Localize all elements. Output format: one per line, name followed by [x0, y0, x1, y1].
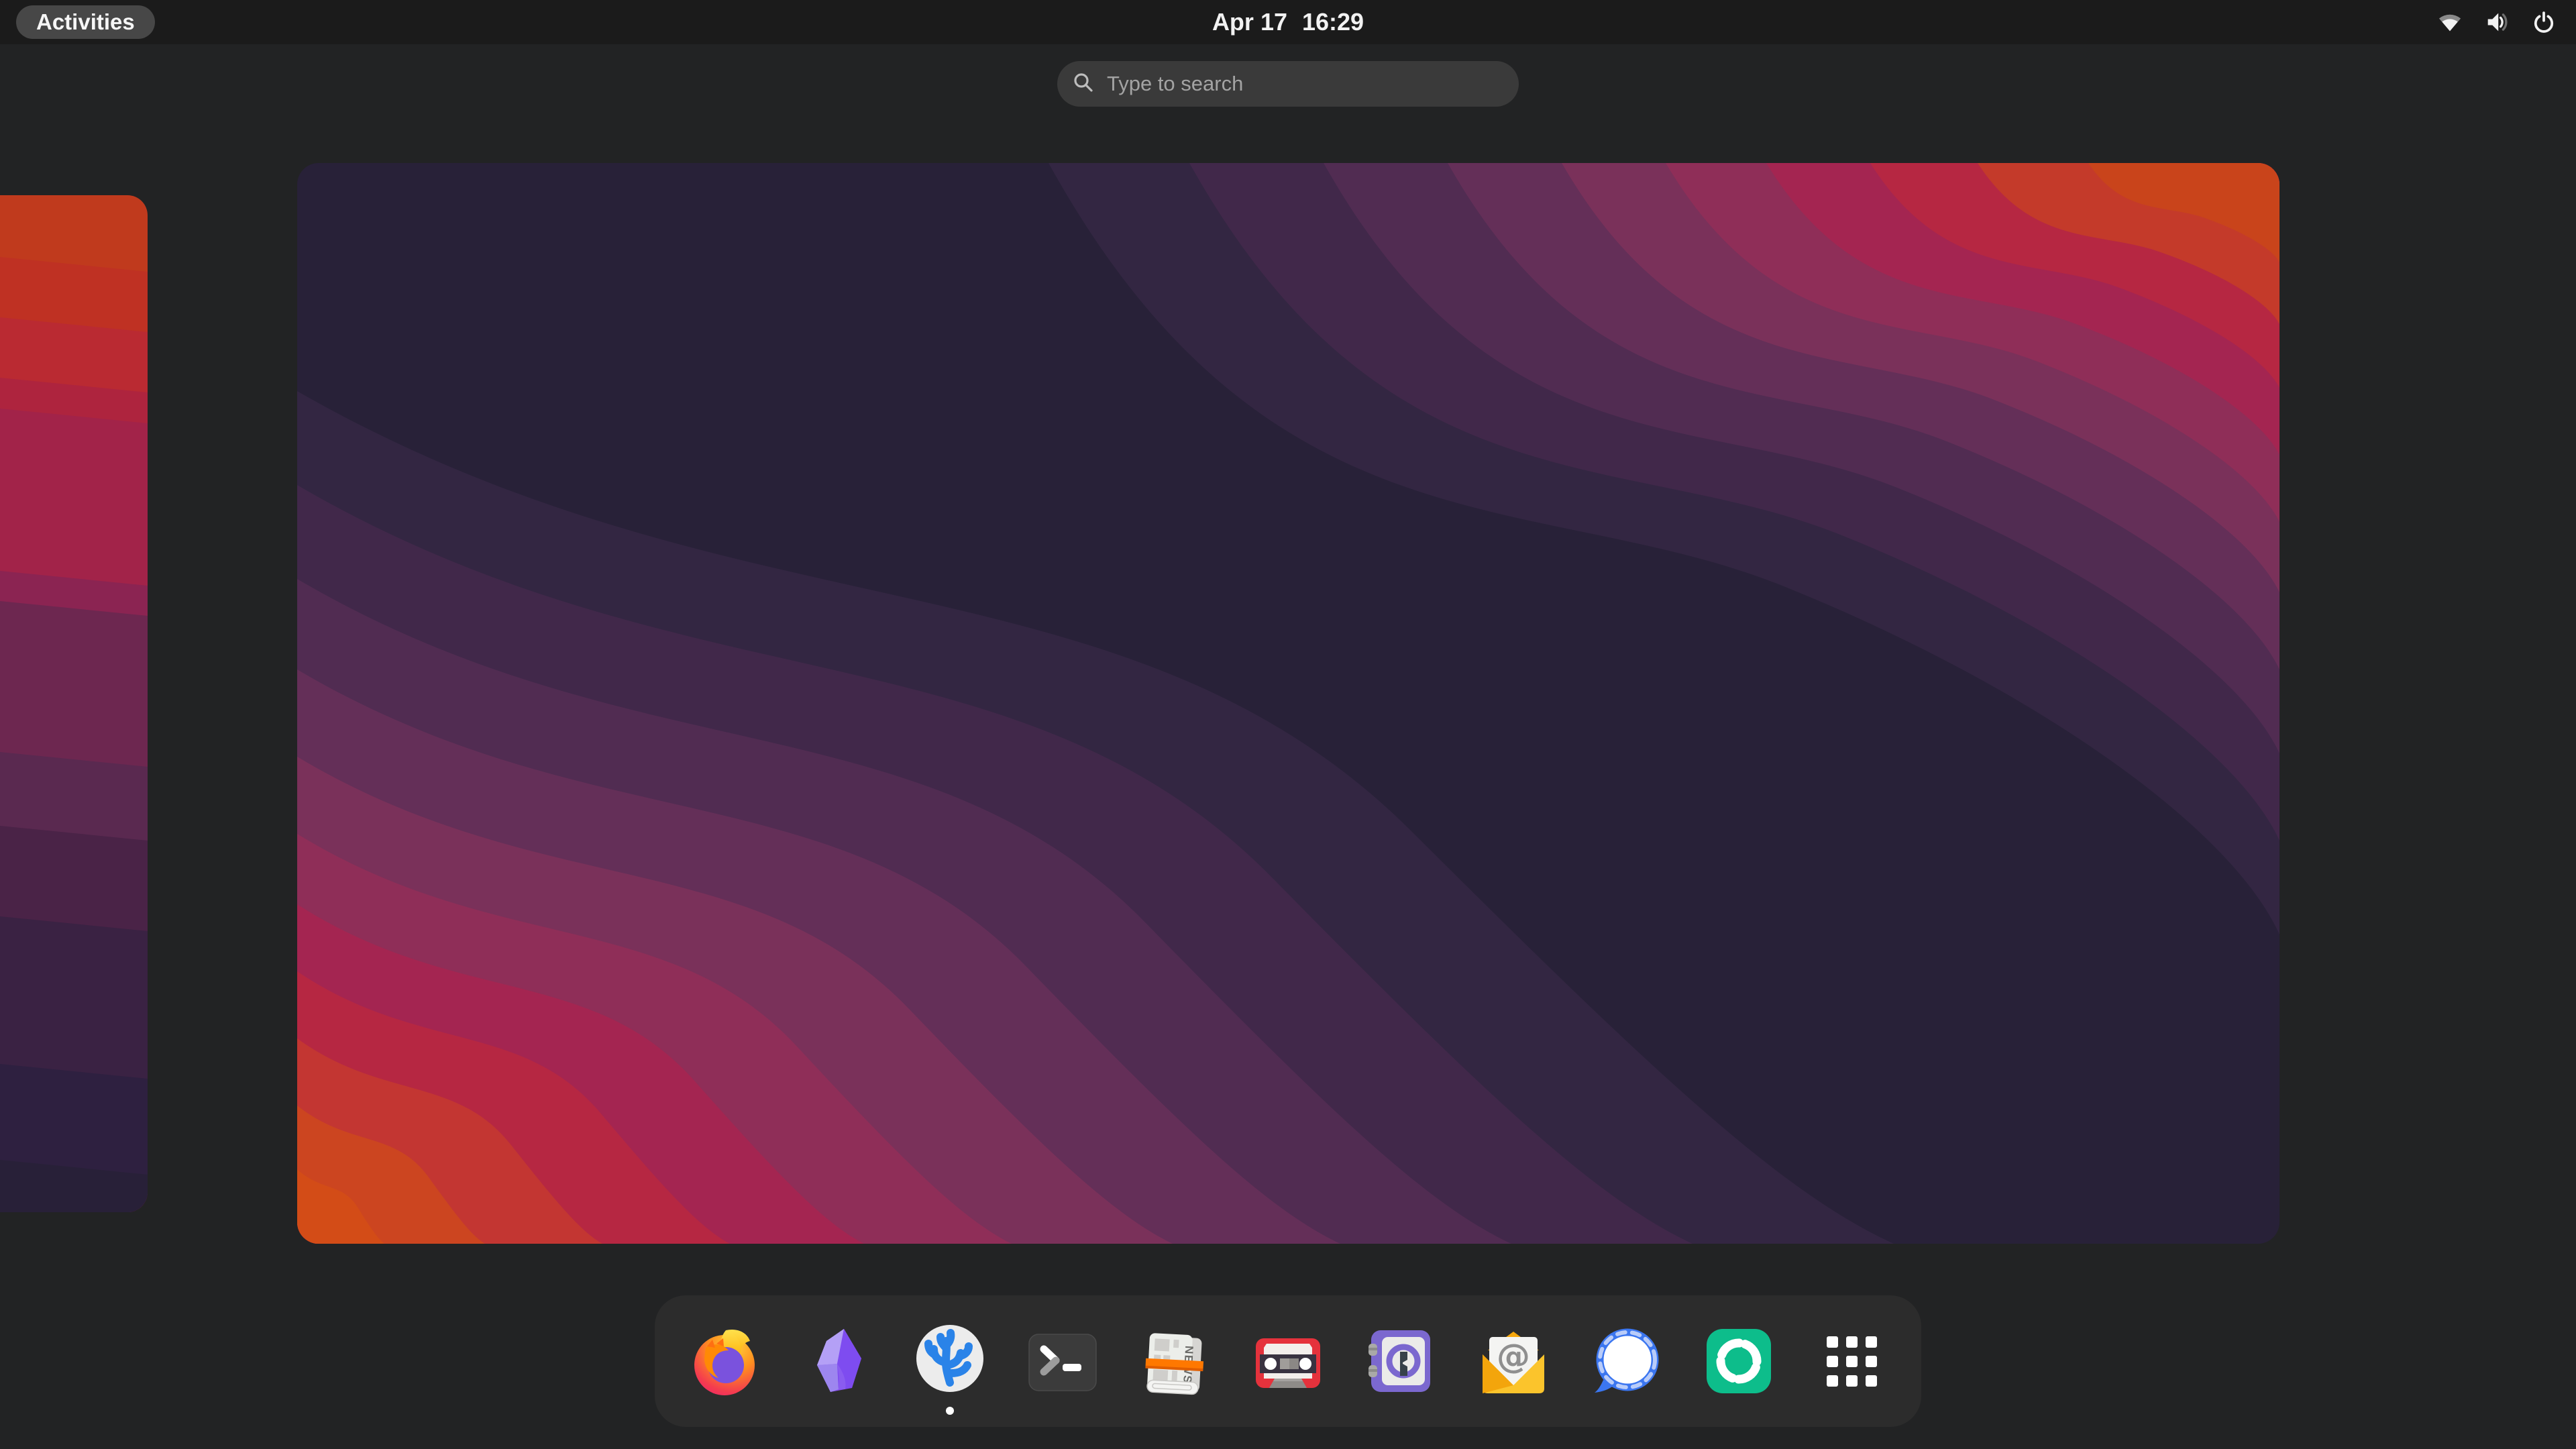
- dock-item-password-safe[interactable]: [1363, 1324, 1438, 1399]
- top-bar: Activities Apr 17 16:29: [0, 0, 2576, 44]
- signal-icon: [1589, 1324, 1664, 1399]
- dock-item-mail[interactable]: @: [1476, 1324, 1551, 1399]
- search-bar[interactable]: [1057, 61, 1519, 107]
- running-indicator-dot: [946, 1407, 954, 1415]
- magnifier-icon: [1072, 71, 1095, 97]
- obsidian-icon: [800, 1324, 875, 1399]
- wallpaper-left: [0, 195, 148, 1212]
- power-icon: [2530, 9, 2557, 36]
- password-safe-icon: [1363, 1324, 1438, 1399]
- workspace-preview-previous[interactable]: [0, 195, 148, 1212]
- clock-button[interactable]: Apr 17 16:29: [1212, 0, 1364, 44]
- mail-icon: @: [1476, 1324, 1551, 1399]
- dock-item-obsidian[interactable]: [800, 1324, 875, 1399]
- activities-button[interactable]: Activities: [16, 5, 155, 39]
- newsflash-icon: NEWS: [1138, 1324, 1213, 1399]
- element-icon: [1701, 1324, 1776, 1399]
- volume-icon: [2483, 9, 2510, 36]
- system-status-area[interactable]: [2436, 0, 2557, 44]
- dock-item-firefox[interactable]: [687, 1324, 762, 1399]
- dash: NEWS: [655, 1295, 1921, 1427]
- workspace-preview-current[interactable]: [297, 163, 2279, 1244]
- dock-item-signal[interactable]: [1589, 1324, 1664, 1399]
- coral-icon: [912, 1324, 987, 1399]
- wallpaper-current: [297, 163, 2279, 1244]
- mail-icon-glyph: @: [1497, 1337, 1530, 1376]
- dock-item-coral[interactable]: [912, 1324, 987, 1399]
- search-input[interactable]: [1106, 71, 1512, 97]
- clock-time: 16:29: [1302, 8, 1364, 36]
- dock-item-element[interactable]: [1701, 1324, 1776, 1399]
- dock-item-terminal[interactable]: [1025, 1324, 1100, 1399]
- app-grid-icon: [1814, 1324, 1889, 1399]
- wifi-icon: [2436, 9, 2463, 36]
- clock-date: Apr 17: [1212, 8, 1287, 36]
- show-apps-button[interactable]: [1814, 1324, 1889, 1399]
- cassette-icon: [1250, 1324, 1326, 1399]
- dock-item-newsflash[interactable]: NEWS: [1138, 1324, 1213, 1399]
- firefox-icon: [687, 1324, 762, 1399]
- terminal-icon: [1025, 1324, 1100, 1399]
- dock-item-cassette[interactable]: [1250, 1324, 1326, 1399]
